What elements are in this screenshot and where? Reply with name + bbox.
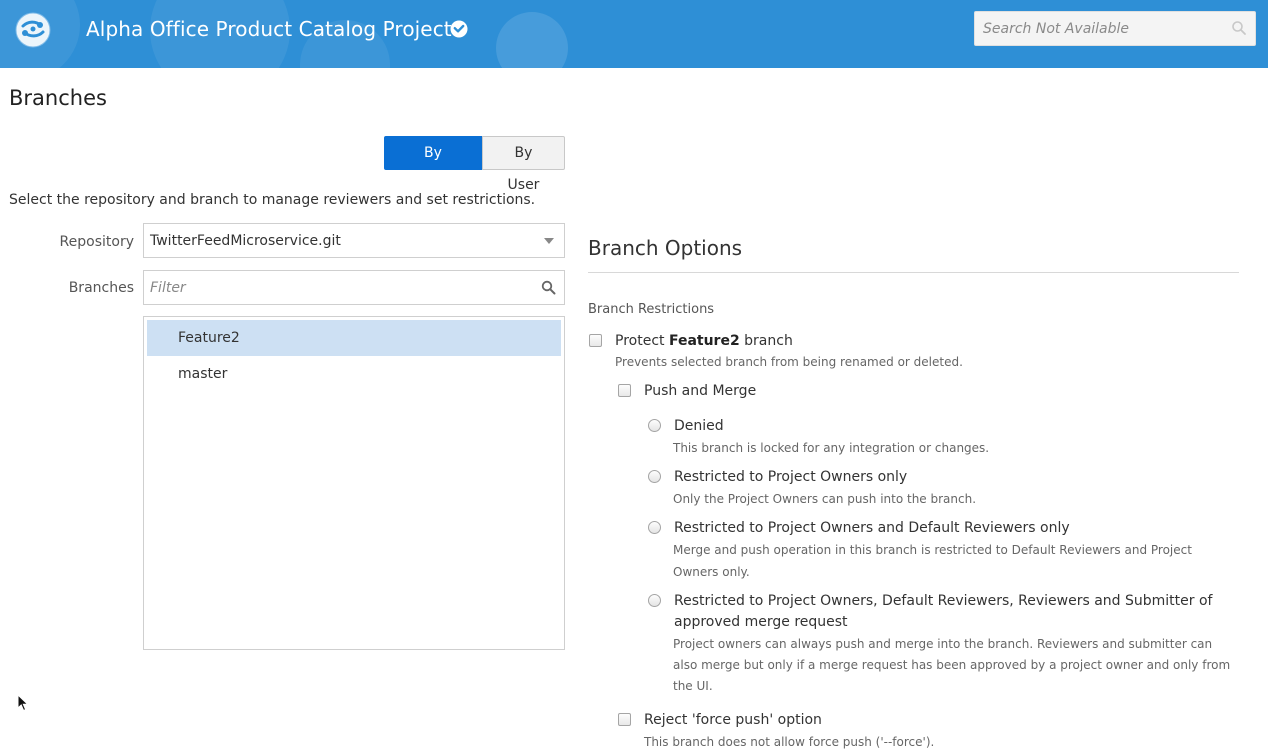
- divider: [588, 272, 1239, 273]
- view-toggle: By Branch By User: [384, 136, 565, 193]
- protect-branch-help: Prevents selected branch from being rena…: [615, 355, 963, 369]
- global-search[interactable]: [974, 11, 1256, 46]
- radio-submitter-help-line1: Project owners can always push and merge…: [673, 637, 1213, 651]
- radio-owners-reviewers[interactable]: [648, 521, 661, 534]
- branch-filter-input[interactable]: [144, 271, 564, 304]
- branch-restrictions-label: Branch Restrictions: [588, 302, 715, 317]
- radio-submitter-help-line3: the UI.: [673, 679, 713, 693]
- branches-label: Branches: [68, 280, 134, 296]
- search-icon: [541, 280, 556, 295]
- branch-options-title: Branch Options: [588, 236, 743, 260]
- radio-owners-only-help: Only the Project Owners can push into th…: [673, 492, 977, 506]
- reject-force-push-help: This branch does not allow force push ('…: [644, 735, 935, 749]
- by-branch-button[interactable]: By Branch: [384, 136, 482, 193]
- radio-denied-label[interactable]: Denied: [674, 418, 724, 434]
- reject-force-push-checkbox[interactable]: [618, 713, 631, 726]
- radio-owners-reviewers-help-line1: Merge and push operation in this branch …: [673, 543, 1192, 557]
- radio-submitter-label-line2[interactable]: approved merge request: [674, 614, 848, 630]
- radio-owners-reviewers-label[interactable]: Restricted to Project Owners and Default…: [674, 520, 1070, 536]
- branch-item-feature2[interactable]: Feature2: [147, 320, 561, 356]
- protect-branch-label[interactable]: Protect Feature2 branch: [615, 333, 793, 349]
- push-merge-label[interactable]: Push and Merge: [644, 383, 756, 399]
- radio-denied[interactable]: [648, 419, 661, 432]
- repository-label: Repository: [59, 234, 134, 250]
- radio-owners-only-label[interactable]: Restricted to Project Owners only: [674, 469, 907, 485]
- header-decoration: [496, 12, 568, 68]
- search-icon: [1232, 21, 1246, 35]
- repository-value: TwitterFeedMicroservice.git: [150, 233, 341, 249]
- project-title[interactable]: Alpha Office Product Catalog Project: [86, 17, 452, 41]
- by-user-button[interactable]: By User: [482, 136, 565, 193]
- push-merge-checkbox[interactable]: [618, 384, 631, 397]
- protect-branch-checkbox[interactable]: [589, 334, 602, 347]
- radio-owners-reviewers-submitter[interactable]: [648, 594, 661, 607]
- radio-submitter-help-line2: also merge but only if a merge request h…: [673, 658, 1231, 672]
- project-logo-icon[interactable]: [14, 11, 52, 49]
- protect-branch-name: Feature2: [668, 333, 740, 349]
- header-bar: Alpha Office Product Catalog Project: [0, 0, 1268, 68]
- branch-filter[interactable]: [143, 270, 565, 305]
- page-title: Branches: [9, 86, 107, 110]
- mouse-pointer-icon: [17, 694, 29, 712]
- search-input[interactable]: [975, 12, 1255, 45]
- caret-down-icon: [544, 238, 554, 244]
- radio-denied-help: This branch is locked for any integratio…: [673, 441, 990, 455]
- reject-force-push-label[interactable]: Reject 'force push' option: [644, 712, 822, 728]
- instruction-text: Select the repository and branch to mana…: [9, 192, 536, 208]
- check-circle-icon[interactable]: [450, 20, 468, 38]
- radio-owners-reviewers-help-line2: Owners only.: [673, 565, 750, 579]
- branch-list: Feature2 master: [143, 316, 565, 650]
- radio-owners-only[interactable]: [648, 470, 661, 483]
- radio-submitter-label-line1[interactable]: Restricted to Project Owners, Default Re…: [674, 593, 1212, 609]
- repository-select[interactable]: TwitterFeedMicroservice.git: [143, 223, 565, 258]
- branch-item-master[interactable]: master: [147, 356, 561, 392]
